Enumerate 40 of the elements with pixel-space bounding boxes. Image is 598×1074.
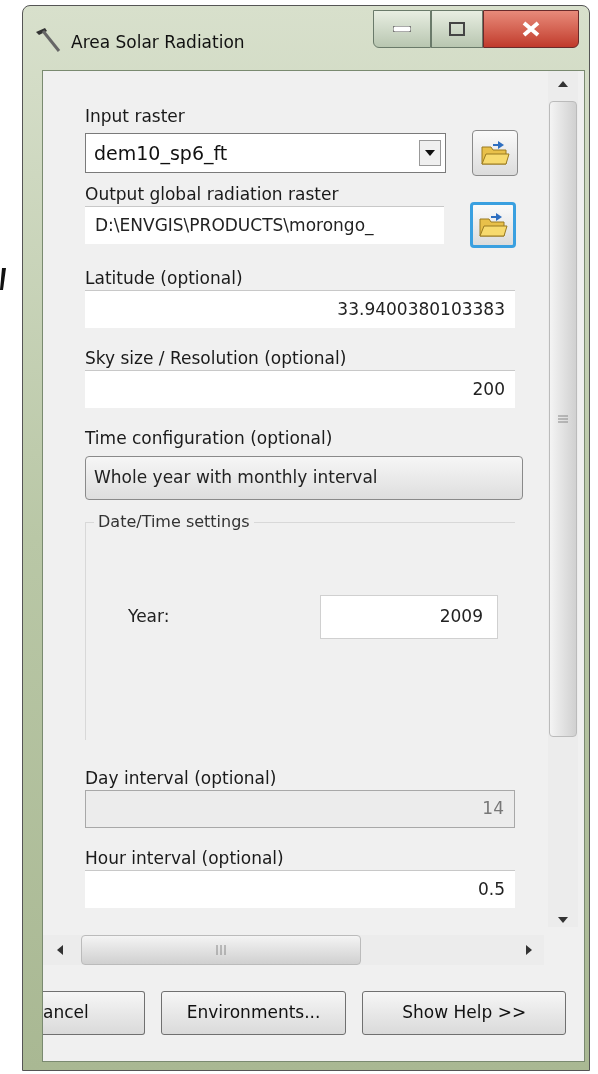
maximize-icon [449,22,465,36]
maximize-button[interactable] [431,10,483,48]
field-label: Year: [128,605,171,629]
folder-add-icon [480,139,510,167]
scroll-thumb[interactable] [81,935,361,965]
grip-icon [558,415,568,423]
year-field[interactable]: 2009 [320,595,498,639]
grip-icon [216,945,226,955]
minimize-button[interactable] [373,10,431,48]
field-label: Input raster [85,105,186,128]
input-raster-combo[interactable]: dem10_sp6_ft [85,133,446,173]
close-button[interactable] [483,10,579,48]
dialog-button[interactable]: Show Help >> [362,991,566,1035]
field-label: Sky size / Resolution (optional) [85,347,348,370]
text-field[interactable]: D:\ENVGIS\PRODUCTS\morongo_ [85,206,444,244]
text-field[interactable]: 0.5 [85,870,515,908]
browse-button[interactable] [472,130,518,176]
scroll-up-icon [558,81,568,87]
scroll-down-icon [558,917,568,923]
scroll-left-icon [57,945,63,955]
dialog-button[interactable]: ancel [43,991,145,1035]
text-field[interactable]: 33.9400380103383 [85,290,515,328]
slash-mark-icon [0,268,6,290]
browse-button[interactable] [470,202,516,248]
dialog-button[interactable]: Environments... [160,991,347,1035]
folder-add-icon [478,211,508,239]
scroll-thumb[interactable] [549,101,577,737]
field-label: Hour interval (optional) [85,847,285,870]
time-configuration-select[interactable]: Whole year with monthly interval [85,456,523,500]
horizontal-scrollbar[interactable] [43,935,544,965]
text-field[interactable]: 200 [85,370,515,408]
field-label: Day interval (optional) [85,767,278,790]
vertical-scrollbar[interactable] [548,71,578,927]
field-label: Time configuration (optional) [85,427,334,450]
minimize-icon [393,26,411,32]
window-title: Area Solar Radiation [71,31,245,54]
scroll-right-icon [526,945,532,955]
close-icon [522,21,540,37]
field-label: Output global radiation raster [85,183,340,206]
field-label: Latitude (optional) [85,267,244,290]
